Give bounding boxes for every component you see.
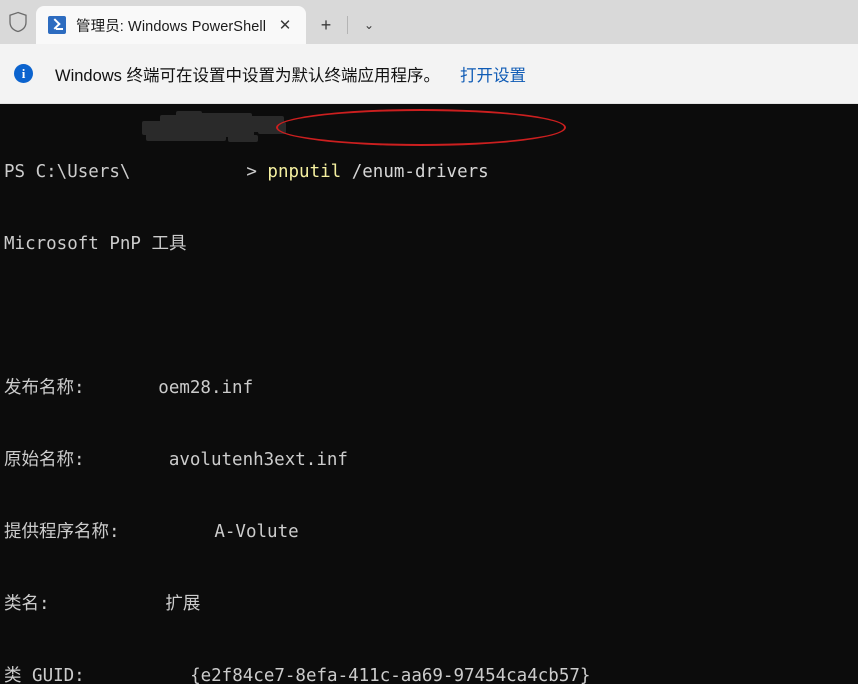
tabstrip-divider xyxy=(347,16,349,34)
output-line: 类 GUID: {e2f84ce7-8efa-411c-aa69-97454ca… xyxy=(4,666,591,684)
chevron-down-icon[interactable]: ⌄ xyxy=(349,6,389,44)
prompt-text: PS C:\Users\ xyxy=(4,162,131,182)
default-terminal-notification: i Windows 终端可在设置中设置为默认终端应用程序。 打开设置 xyxy=(0,44,858,104)
redacted-username xyxy=(130,162,246,182)
terminal-output-area[interactable]: PS C:\Users\ > pnputil /enum-drivers Mic… xyxy=(0,104,858,684)
output-line: 发布名称: oem28.inf xyxy=(4,378,254,398)
output-line: 类名: 扩展 xyxy=(4,594,201,614)
command-name: pnputil xyxy=(267,162,342,182)
prompt-line: PS C:\Users\ > pnputil /enum-drivers xyxy=(4,160,858,184)
banner-line: Microsoft PnP 工具 xyxy=(4,234,187,254)
tab-title: 管理员: Windows PowerShell xyxy=(76,18,267,35)
notification-message: Windows 终端可在设置中设置为默认终端应用程序。 xyxy=(55,66,441,85)
powershell-icon xyxy=(48,16,66,34)
info-icon: i xyxy=(14,64,33,83)
output-line: 原始名称: avolutenh3ext.inf xyxy=(4,450,348,470)
command-args: /enum-drivers xyxy=(341,162,489,182)
open-settings-link[interactable]: 打开设置 xyxy=(460,62,526,86)
powershell-window: 管理员: Windows PowerShell ✕ + ⌄ i Windows … xyxy=(0,0,858,685)
tab-powershell[interactable]: 管理员: Windows PowerShell ✕ xyxy=(36,6,307,44)
close-icon[interactable]: ✕ xyxy=(270,10,300,40)
admin-shield-icon xyxy=(0,0,36,44)
tab-strip: 管理员: Windows PowerShell ✕ + ⌄ xyxy=(0,0,858,44)
prompt-caret: > xyxy=(246,162,268,182)
terminal-lines: PS C:\Users\ > pnputil /enum-drivers Mic… xyxy=(4,112,858,684)
new-tab-button[interactable]: + xyxy=(306,6,346,44)
output-line: 提供程序名称: A-Volute xyxy=(4,522,299,542)
